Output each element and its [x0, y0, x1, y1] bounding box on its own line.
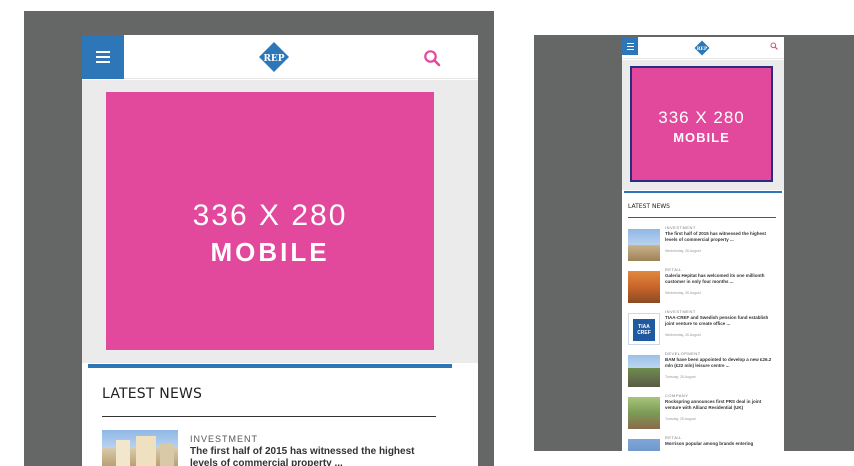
header: REP [82, 35, 478, 79]
section-title: LATEST NEWS [628, 203, 670, 210]
rep-logo[interactable]: REP [694, 40, 710, 56]
latest-news-section: LATEST NEWS INVESTMENT The first half of… [624, 191, 782, 451]
news-thumbnail [628, 355, 660, 387]
ad-placeholder[interactable]: 336 X 280 MOBILE [106, 92, 434, 350]
ad-placeholder[interactable]: 336 X 280 MOBILE [630, 66, 773, 182]
header: REP [622, 37, 784, 59]
ad-kind-label: MOBILE [210, 237, 330, 267]
small-mockup-frame: REP 336 X 280 MOBILE LATEST NEWS INVESTM… [534, 35, 854, 451]
news-date: Wednesday, 26 August [665, 249, 701, 253]
news-thumbnail [628, 229, 660, 261]
list-item[interactable]: RETAIL Morrison popular among brands ent… [628, 435, 778, 451]
news-headline: Rockspring announces first PRS deal in j… [665, 399, 762, 410]
list-item[interactable]: COMPANY Rockspring announces first PRS d… [628, 393, 778, 435]
hamburger-menu-icon [96, 51, 110, 53]
logo-text: REP [697, 46, 708, 52]
ad-kind-label: MOBILE [673, 130, 730, 145]
latest-news-section: LATEST NEWS INVESTMENT The first half of… [88, 364, 452, 466]
comparison-stage: REP 336 X 280 MOBILE LATEST NEWS INVESTM… [0, 0, 854, 466]
news-thumbnail [628, 397, 660, 429]
list-item[interactable]: DEVELOPMENT BAM have been appointed to d… [628, 351, 778, 393]
news-date: Tuesday, 25 August [665, 375, 696, 379]
news-category: RETAIL [665, 435, 682, 440]
news-date: Wednesday, 26 August [665, 291, 701, 295]
news-thumbnail [628, 439, 660, 451]
search-icon[interactable] [770, 42, 778, 50]
ad-size-label: 336 X 280 [192, 199, 348, 232]
news-headline: BAM have been appointed to develop a new… [665, 357, 772, 368]
news-category: INVESTMENT [190, 434, 259, 444]
tiaa-cref-logo: TIAA CREF [633, 319, 655, 341]
news-headline: The first half of 2015 has witnessed the… [665, 231, 767, 242]
divider [102, 416, 436, 417]
news-thumbnail [628, 271, 660, 303]
news-category: COMPANY [665, 393, 689, 398]
news-category: RETAIL [665, 267, 682, 272]
large-mockup-frame: REP 336 X 280 MOBILE LATEST NEWS INVESTM… [24, 11, 494, 466]
news-category: INVESTMENT [665, 225, 696, 230]
list-item[interactable]: TIAA CREF INVESTMENT TIAA-CREF and Swedi… [628, 309, 778, 351]
news-headline: Galeria Hepitat has welcomed its one mil… [665, 273, 765, 284]
ad-size-label: 336 X 280 [658, 108, 745, 127]
menu-button[interactable] [622, 37, 638, 55]
news-category: DEVELOPMENT [665, 351, 701, 356]
news-headline: TIAA-CREF and Swedish pension fund estab… [665, 315, 769, 326]
news-date: Wednesday, 26 August [665, 333, 701, 337]
logo-text: REP [263, 54, 284, 64]
divider [628, 217, 776, 218]
news-date: Tuesday, 25 August [665, 417, 696, 421]
section-title: LATEST NEWS [102, 386, 203, 402]
news-headline[interactable]: The first half of 2015 has witnessed the… [190, 446, 440, 466]
news-list: INVESTMENT The first half of 2015 has wi… [628, 225, 778, 451]
list-item[interactable]: RETAIL Galeria Hepitat has welcomed its … [628, 267, 778, 309]
news-category: INVESTMENT [665, 309, 696, 314]
search-icon[interactable] [423, 49, 441, 67]
news-headline: Morrison popular among brands entering [665, 441, 754, 446]
news-thumbnail[interactable] [102, 430, 178, 466]
rep-logo[interactable]: REP [258, 41, 290, 73]
small-phone-screen: REP 336 X 280 MOBILE LATEST NEWS INVESTM… [622, 37, 784, 451]
list-item[interactable]: INVESTMENT The first half of 2015 has wi… [628, 225, 778, 267]
large-phone-screen: REP 336 X 280 MOBILE LATEST NEWS INVESTM… [82, 35, 478, 466]
menu-button[interactable] [82, 35, 124, 79]
news-thumbnail: TIAA CREF [628, 313, 660, 345]
hamburger-menu-icon [626, 42, 634, 44]
